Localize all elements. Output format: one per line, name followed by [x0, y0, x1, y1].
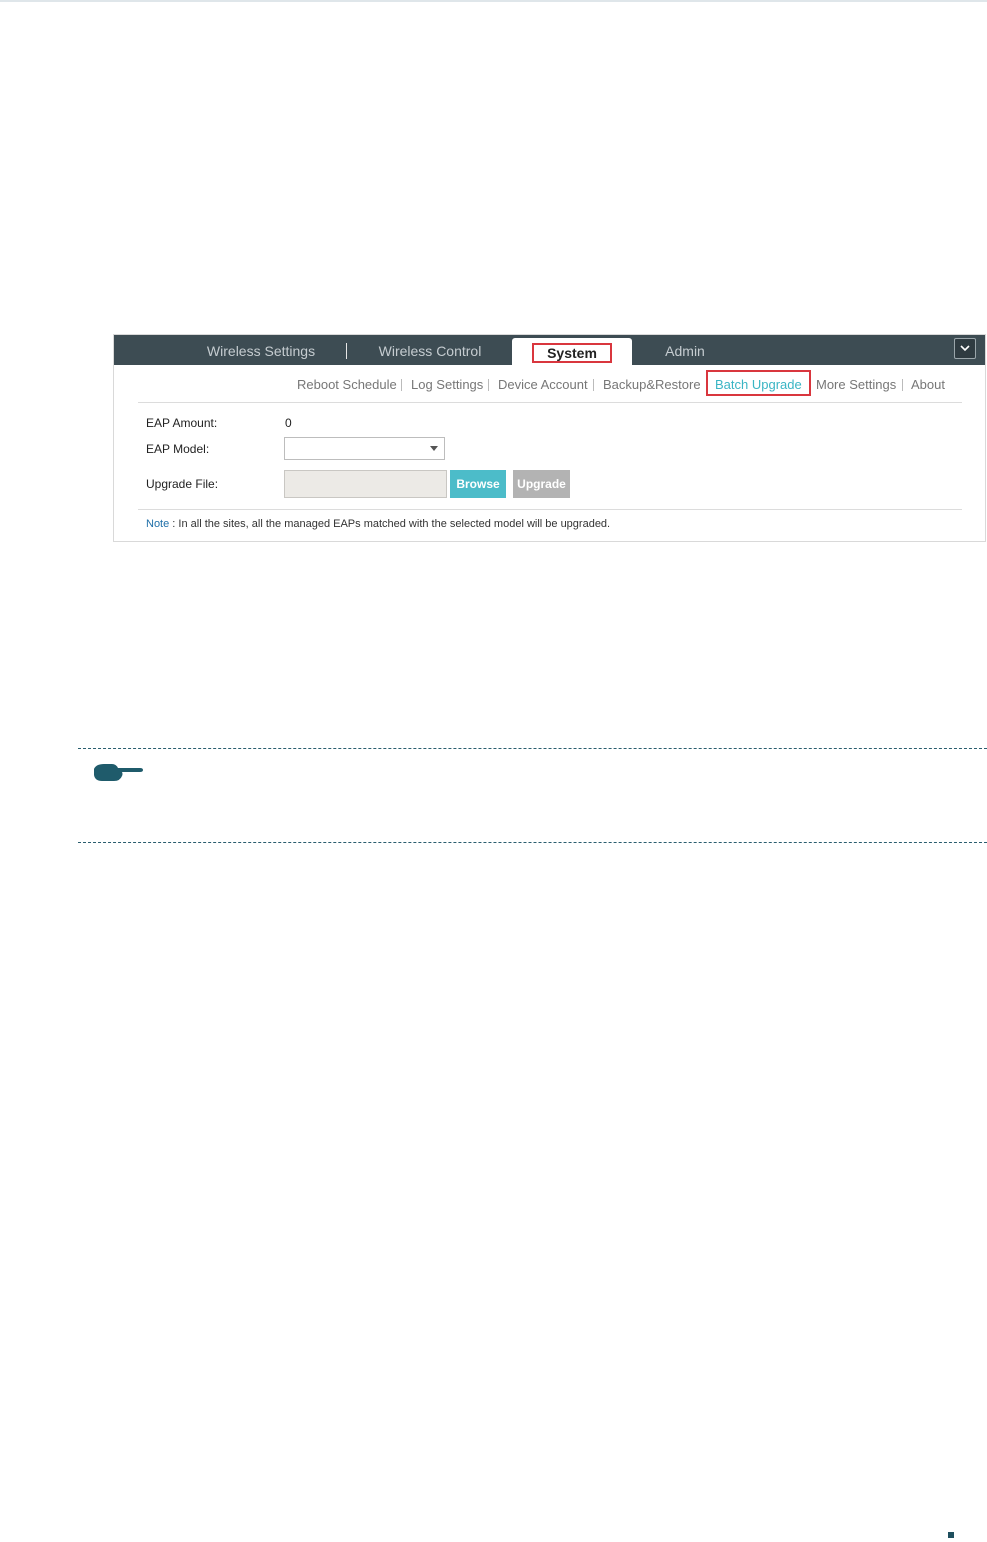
subnav-backup-restore[interactable]: Backup&Restore: [603, 377, 701, 392]
caret-down-icon: [430, 446, 438, 451]
subnav-divider: [138, 402, 962, 403]
batch-upgrade-panel: Wireless Settings Wireless Control Syste…: [113, 334, 986, 542]
upgrade-file-label: Upgrade File:: [146, 477, 219, 491]
eap-amount-value: 0: [285, 416, 292, 430]
browse-button[interactable]: Browse: [450, 470, 506, 498]
note-bottom-dash: [78, 842, 987, 843]
eap-amount-label: EAP Amount:: [146, 416, 218, 430]
subnav-more-settings[interactable]: More Settings: [816, 377, 896, 392]
subnav-reboot-schedule[interactable]: Reboot Schedule: [297, 377, 397, 392]
page-top-rule: [0, 0, 987, 2]
subnav-separator: [401, 379, 402, 391]
tab-separator: [346, 343, 347, 359]
tab-wireless-control[interactable]: Wireless Control: [360, 335, 500, 365]
eap-model-select[interactable]: [284, 437, 445, 460]
eap-model-label: EAP Model:: [146, 442, 210, 456]
upgrade-button[interactable]: Upgrade: [513, 470, 570, 498]
tab-admin[interactable]: Admin: [650, 335, 720, 365]
subnav-separator: [488, 379, 489, 391]
note-text: Note : In all the sites, all the managed…: [146, 518, 610, 530]
subnav-separator: [593, 379, 594, 391]
note-body: : In all the sites, all the managed EAPs…: [169, 518, 611, 530]
chevron-down-icon: [960, 345, 970, 352]
note-keyword: Note: [146, 518, 170, 530]
main-tab-bar: Wireless Settings Wireless Control Syste…: [114, 335, 985, 365]
upgrade-file-field[interactable]: [284, 470, 447, 498]
subnav-device-account[interactable]: Device Account: [498, 377, 588, 392]
subnav-batch-upgrade[interactable]: Batch Upgrade: [715, 377, 802, 392]
tab-system-label: System: [532, 343, 612, 363]
pointing-hand-icon: [92, 760, 144, 789]
subnav-separator: [902, 379, 903, 391]
tab-system[interactable]: System: [512, 338, 632, 365]
subnav-log-settings[interactable]: Log Settings: [411, 377, 483, 392]
page-marker: [948, 1532, 954, 1538]
form-divider: [138, 509, 962, 510]
subnav-about[interactable]: About: [911, 377, 945, 392]
collapse-button[interactable]: [954, 338, 976, 359]
tab-wireless-settings[interactable]: Wireless Settings: [190, 335, 332, 365]
note-top-dash: [78, 748, 987, 749]
